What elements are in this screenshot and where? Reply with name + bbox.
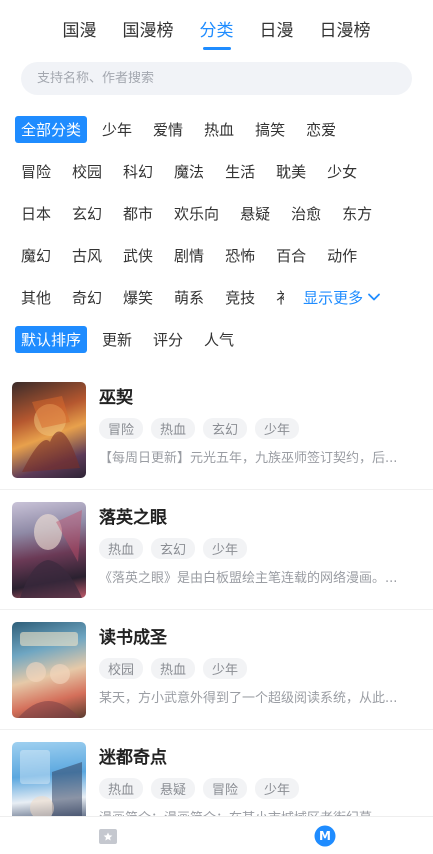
search-input[interactable] [37, 71, 412, 86]
category-chip[interactable]: 衤 [270, 284, 284, 311]
comic-title: 巫契 [99, 388, 133, 408]
sort-default[interactable]: 默认排序 [15, 325, 88, 353]
sort-update[interactable]: 更新 [96, 326, 138, 353]
comic-list: 巫契 冒险 热血 玄幻 少年 【每周日更新】元光五年，九族巫师签订契约，后... [0, 370, 433, 850]
comic-tag: 冒险 [203, 778, 248, 799]
comic-tag: 热血 [151, 658, 196, 679]
category-chip[interactable]: 萌系 [168, 284, 210, 311]
category-chip[interactable]: 生活 [219, 158, 261, 185]
category-chip[interactable]: 热血 [198, 116, 240, 143]
comic-tag: 悬疑 [151, 778, 196, 799]
tab-riman-rank[interactable]: 日漫榜 [318, 16, 373, 41]
tab-riman[interactable]: 日漫 [258, 16, 296, 41]
comic-title: 落英之眼 [99, 508, 167, 528]
comic-tags: 热血 悬疑 冒险 少年 [99, 778, 420, 799]
comic-tag: 热血 [99, 538, 144, 559]
comic-tag: 少年 [203, 658, 248, 679]
comic-tag: 热血 [99, 778, 144, 799]
comic-tags: 热血 玄幻 少年 [99, 538, 420, 559]
category-chip[interactable]: 爱情 [147, 116, 189, 143]
category-row: 日本 玄幻 都市 欢乐向 悬疑 治愈 东方 [15, 192, 423, 234]
category-chip[interactable]: 日本 [15, 200, 57, 227]
category-chip[interactable]: 恐怖 [219, 242, 261, 269]
comic-tags: 校园 热血 少年 [99, 658, 420, 679]
comic-tag: 少年 [255, 778, 300, 799]
category-chip[interactable]: 奇幻 [66, 284, 108, 311]
category-chip[interactable]: 动作 [321, 242, 363, 269]
comic-item[interactable]: 巫契 冒险 热血 玄幻 少年 【每周日更新】元光五年，九族巫师签订契约，后... [0, 370, 433, 490]
category-filter: 全部分类 少年 爱情 热血 搞笑 恋爱 冒险 校园 科幻 魔法 生活 耽美 少女… [0, 95, 433, 360]
sort-row: 默认排序 更新 评分 人气 [15, 318, 423, 360]
comic-tag: 少年 [255, 418, 300, 439]
category-chip[interactable]: 少女 [321, 158, 363, 185]
comic-item[interactable]: 落英之眼 热血 玄幻 少年 《落英之眼》是由白板盟绘主笔连载的网络漫画。... [0, 490, 433, 610]
chevron-down-icon [368, 293, 380, 301]
category-chip[interactable]: 古风 [66, 242, 108, 269]
category-chip[interactable]: 耽美 [270, 158, 312, 185]
app-root: 国漫 国漫榜 分类 日漫 日漫榜 全部分类 少年 爱情 热血 搞笑 恋爱 冒险 … [0, 0, 433, 854]
category-chip[interactable]: 搞笑 [249, 116, 291, 143]
tab-guoman[interactable]: 国漫 [61, 16, 99, 41]
comic-description: 《落英之眼》是由白板盟绘主笔连载的网络漫画。... [99, 571, 398, 586]
category-row: 冒险 校园 科幻 魔法 生活 耽美 少女 [15, 150, 423, 192]
category-row: 其他 奇幻 爆笑 萌系 竞技 衤 显示更多 [15, 276, 423, 318]
category-chip[interactable]: 其他 [15, 284, 57, 311]
category-chip[interactable]: 爆笑 [117, 284, 159, 311]
category-chip[interactable]: 少年 [96, 116, 138, 143]
comic-tag: 玄幻 [203, 418, 248, 439]
m-logo-icon[interactable]: M [314, 825, 336, 847]
comic-title: 迷都奇点 [99, 748, 167, 768]
comic-tag: 少年 [203, 538, 248, 559]
category-chip[interactable]: 都市 [117, 200, 159, 227]
category-chip[interactable]: 剧情 [168, 242, 210, 269]
comic-title: 读书成圣 [99, 628, 167, 648]
tab-guoman-rank[interactable]: 国漫榜 [121, 16, 176, 41]
m-logo-label: M [319, 829, 331, 843]
comic-info: 读书成圣 校园 热血 少年 某天，方小武意外得到了一个超级阅读系统，从此... [99, 622, 420, 717]
category-chip[interactable]: 魔幻 [15, 242, 57, 269]
star-box-icon[interactable] [97, 825, 119, 847]
search-bar [21, 62, 412, 95]
category-row: 魔幻 古风 武侠 剧情 恐怖 百合 动作 [15, 234, 423, 276]
category-chip[interactable]: 科幻 [117, 158, 159, 185]
comic-tag: 玄幻 [151, 538, 196, 559]
comic-info: 落英之眼 热血 玄幻 少年 《落英之眼》是由白板盟绘主笔连载的网络漫画。... [99, 502, 420, 597]
category-chip[interactable]: 恋爱 [300, 116, 342, 143]
comic-info: 巫契 冒险 热血 玄幻 少年 【每周日更新】元光五年，九族巫师签订契约，后... [99, 382, 420, 477]
category-chip[interactable]: 悬疑 [234, 200, 276, 227]
category-chip[interactable]: 武侠 [117, 242, 159, 269]
category-chip[interactable]: 东方 [336, 200, 378, 227]
show-more-label: 显示更多 [303, 288, 364, 307]
comic-cover [12, 622, 86, 718]
sort-rating[interactable]: 评分 [147, 326, 189, 353]
comic-item[interactable]: 读书成圣 校园 热血 少年 某天，方小武意外得到了一个超级阅读系统，从此... [0, 610, 433, 730]
comic-description: 某天，方小武意外得到了一个超级阅读系统，从此... [99, 691, 398, 706]
show-more-button[interactable]: 显示更多 [303, 287, 381, 308]
comic-cover [12, 502, 86, 598]
category-chip[interactable]: 玄幻 [66, 200, 108, 227]
comic-tag: 校园 [99, 658, 144, 679]
sort-popularity[interactable]: 人气 [198, 326, 240, 353]
comic-cover [12, 382, 86, 478]
category-chip[interactable]: 百合 [270, 242, 312, 269]
comic-tag: 冒险 [99, 418, 144, 439]
category-chip[interactable]: 魔法 [168, 158, 210, 185]
category-chip[interactable]: 欢乐向 [168, 200, 225, 227]
top-tab-bar: 国漫 国漫榜 分类 日漫 日漫榜 [0, 0, 433, 52]
category-chip[interactable]: 治愈 [285, 200, 327, 227]
category-row: 全部分类 少年 爱情 热血 搞笑 恋爱 [15, 108, 423, 150]
category-chip-all[interactable]: 全部分类 [15, 115, 88, 143]
category-chip[interactable]: 冒险 [15, 158, 57, 185]
comic-tag: 热血 [151, 418, 196, 439]
category-chip[interactable]: 校园 [66, 158, 108, 185]
bottom-nav: M [0, 816, 433, 854]
category-chip[interactable]: 竞技 [219, 284, 261, 311]
tab-category[interactable]: 分类 [198, 16, 236, 41]
comic-tags: 冒险 热血 玄幻 少年 [99, 418, 420, 439]
comic-description: 【每周日更新】元光五年，九族巫师签订契约，后... [99, 451, 398, 466]
